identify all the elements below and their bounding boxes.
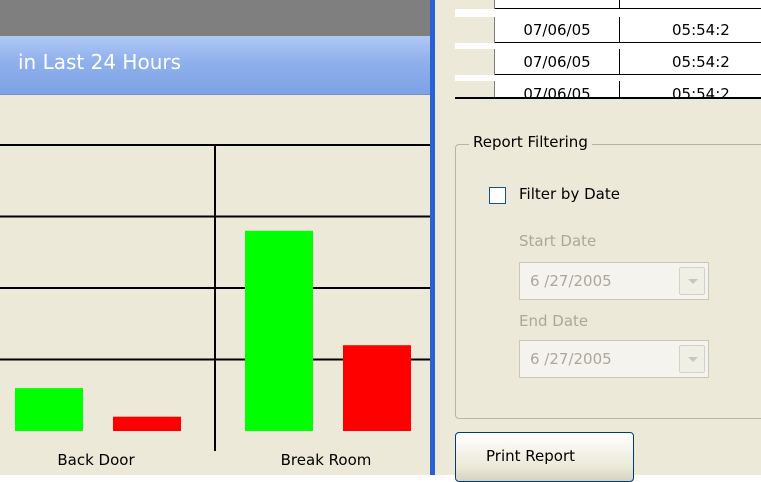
time-cell[interactable]: 05:54:2 xyxy=(620,17,761,43)
chevron-down-icon xyxy=(688,279,698,284)
row-header-cell[interactable] xyxy=(455,17,495,43)
table-row[interactable] xyxy=(455,0,761,9)
table-row[interactable]: 07/06/05 05:54:2 xyxy=(455,49,761,75)
end-date-picker[interactable]: 6 /27/2005 xyxy=(519,340,709,378)
bar xyxy=(343,345,411,431)
row-header-cell[interactable] xyxy=(455,81,495,97)
events-grid[interactable]: 07/06/05 05:54:2 07/06/05 05:54:2 07/06/… xyxy=(455,0,761,99)
x-tick-label-break-room: Break Room xyxy=(280,451,372,469)
bar-chart xyxy=(0,144,430,451)
date-cell[interactable] xyxy=(495,0,620,9)
date-cell[interactable]: 07/06/05 xyxy=(495,81,620,97)
filter-by-date-checkbox[interactable] xyxy=(489,187,506,204)
bar xyxy=(15,388,83,431)
row-header-cell[interactable] xyxy=(455,0,495,9)
start-date-value: 6 /27/2005 xyxy=(530,272,612,290)
bar xyxy=(245,230,313,431)
chart-title-bar: in Last 24 Hours xyxy=(0,36,430,95)
date-cell[interactable]: 07/06/05 xyxy=(495,49,620,75)
row-header-cell[interactable] xyxy=(455,49,495,75)
bar xyxy=(113,416,181,431)
start-date-dropdown-button[interactable] xyxy=(679,267,705,295)
report-filtering-title: Report Filtering xyxy=(469,133,592,151)
chart-area: Back Door Break Room xyxy=(0,95,430,475)
time-cell[interactable]: 05:54:2 xyxy=(620,49,761,75)
time-cell[interactable] xyxy=(620,0,761,9)
end-date-label: End Date xyxy=(519,312,589,330)
report-panel: 07/06/05 05:54:2 07/06/05 05:54:2 07/06/… xyxy=(435,0,761,482)
table-row[interactable]: 07/06/05 05:54:2 xyxy=(455,17,761,43)
chart-window: in Last 24 Hours Back Door Break Room xyxy=(0,0,430,475)
table-row[interactable]: 07/06/05 05:54:2 xyxy=(455,81,761,97)
end-date-dropdown-button[interactable] xyxy=(679,345,705,373)
end-date-value: 6 /27/2005 xyxy=(530,350,612,368)
start-date-label: Start Date xyxy=(519,232,597,250)
chart-window-top-band xyxy=(0,0,430,36)
print-report-label: Print Report xyxy=(486,447,575,465)
time-cell[interactable]: 05:54:2 xyxy=(620,81,761,97)
filter-by-date-label[interactable]: Filter by Date xyxy=(519,185,620,203)
chevron-down-icon xyxy=(688,357,698,362)
chart-title: in Last 24 Hours xyxy=(18,50,182,74)
date-cell[interactable]: 07/06/05 xyxy=(495,17,620,43)
x-tick-label-back-door: Back Door xyxy=(57,451,135,469)
start-date-picker[interactable]: 6 /27/2005 xyxy=(519,262,709,300)
